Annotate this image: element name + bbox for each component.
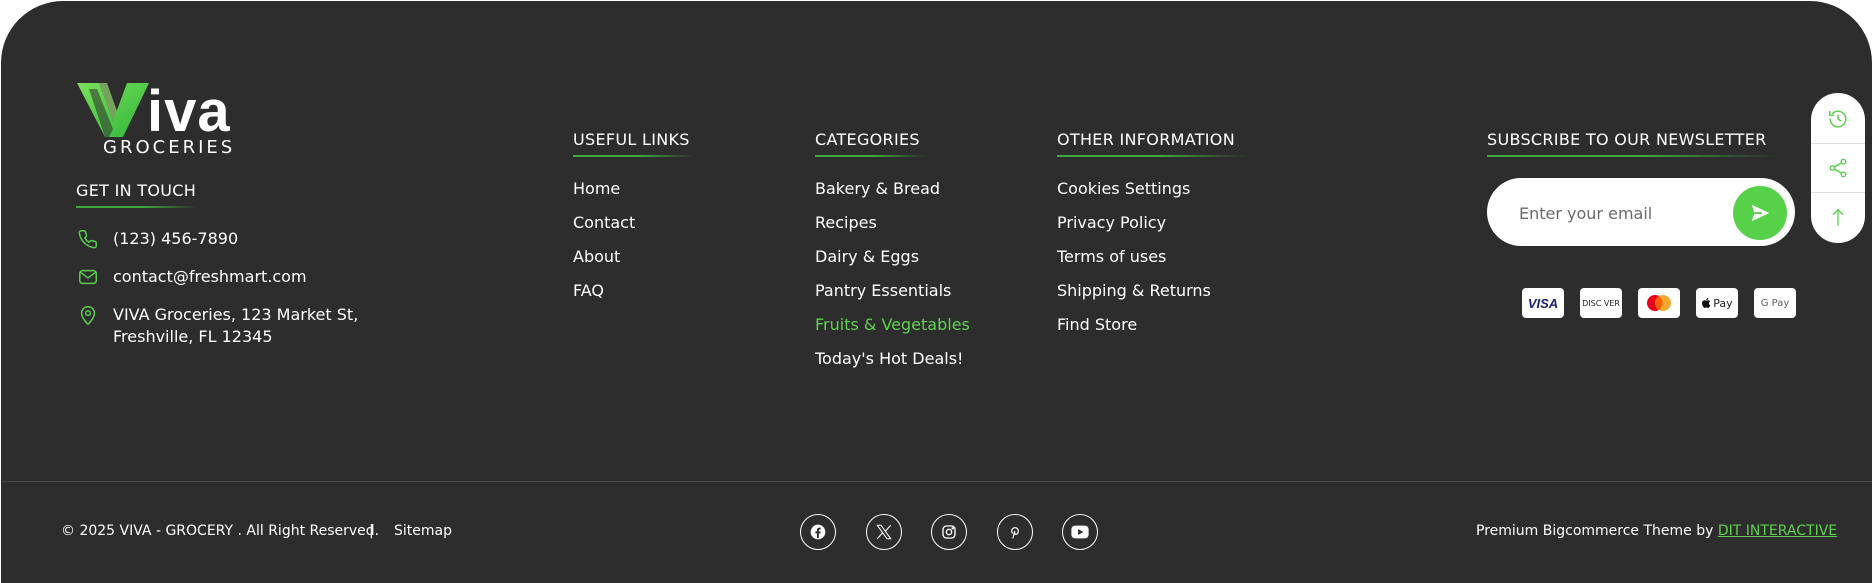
side-toolbar bbox=[1811, 93, 1865, 243]
category-link-recipes[interactable]: Recipes bbox=[815, 210, 970, 244]
back-to-top-button[interactable] bbox=[1811, 193, 1865, 241]
info-link-terms[interactable]: Terms of uses bbox=[1057, 244, 1211, 278]
theme-credit: Premium Bigcommerce Theme by DIT INTERAC… bbox=[1476, 523, 1837, 539]
newsletter-submit-button[interactable] bbox=[1733, 186, 1787, 240]
share-button[interactable] bbox=[1811, 144, 1865, 192]
visa-badge: VISA bbox=[1522, 288, 1564, 318]
footer: iva GROCERIES GET IN TOUCH (123) 456-789… bbox=[1, 1, 1872, 583]
x-twitter-link[interactable] bbox=[866, 514, 902, 550]
phone-icon bbox=[78, 230, 97, 249]
email-text: contact@freshmart.com bbox=[113, 267, 307, 286]
contact-email[interactable]: contact@freshmart.com bbox=[77, 266, 307, 288]
instagram-link[interactable] bbox=[931, 514, 967, 550]
contact-address: VIVA Groceries, 123 Market St, Freshvill… bbox=[77, 304, 358, 348]
other-info-underline bbox=[1057, 155, 1247, 157]
useful-links-heading: USEFUL LINKS bbox=[573, 130, 690, 149]
logo-v-mark bbox=[77, 83, 149, 137]
newsletter-form bbox=[1487, 178, 1795, 246]
pinterest-link[interactable] bbox=[997, 514, 1033, 550]
discover-label: DISC VER bbox=[1582, 298, 1620, 308]
discover-badge: DISC VER bbox=[1580, 288, 1622, 318]
other-info-heading: OTHER INFORMATION bbox=[1057, 130, 1235, 149]
footer-link-home[interactable]: Home bbox=[573, 176, 635, 210]
facebook-icon bbox=[810, 524, 826, 540]
instagram-icon bbox=[942, 525, 956, 539]
contact-phone[interactable]: (123) 456-7890 bbox=[77, 228, 238, 250]
info-link-privacy[interactable]: Privacy Policy bbox=[1057, 210, 1211, 244]
logo-text: iva bbox=[147, 79, 231, 144]
category-link-fruits[interactable]: Fruits & Vegetables bbox=[815, 312, 970, 346]
footer-link-about[interactable]: About bbox=[573, 244, 635, 278]
other-info-list: Cookies Settings Privacy Policy Terms of… bbox=[1057, 176, 1211, 346]
categories-underline bbox=[815, 155, 925, 157]
arrow-up-icon bbox=[1832, 209, 1844, 226]
useful-links-underline bbox=[573, 155, 695, 157]
info-link-cookies[interactable]: Cookies Settings bbox=[1057, 176, 1211, 210]
google-pay-label: G Pay bbox=[1760, 297, 1790, 309]
share-icon bbox=[1829, 158, 1847, 178]
mail-icon bbox=[79, 269, 97, 285]
youtube-icon bbox=[1071, 525, 1089, 539]
contact-heading-underline bbox=[76, 206, 198, 208]
youtube-link[interactable] bbox=[1062, 514, 1098, 550]
separator: | bbox=[369, 523, 374, 539]
info-link-find-store[interactable]: Find Store bbox=[1057, 312, 1211, 346]
sitemap-link[interactable]: Sitemap bbox=[394, 523, 452, 539]
address-line-2: Freshville, FL 12345 bbox=[113, 327, 273, 346]
visa-label: VISA bbox=[1527, 295, 1559, 311]
footer-link-faq[interactable]: FAQ bbox=[573, 278, 635, 312]
info-link-shipping[interactable]: Shipping & Returns bbox=[1057, 278, 1211, 312]
credit-prefix: Premium Bigcommerce Theme by bbox=[1476, 523, 1714, 539]
category-link-dairy[interactable]: Dairy & Eggs bbox=[815, 244, 970, 278]
category-link-pantry[interactable]: Pantry Essentials bbox=[815, 278, 970, 312]
address-text: VIVA Groceries, 123 Market St, Freshvill… bbox=[113, 304, 358, 348]
bottom-divider bbox=[1, 481, 1872, 482]
contact-heading: GET IN TOUCH bbox=[76, 181, 197, 200]
recently-viewed-button[interactable] bbox=[1811, 95, 1865, 143]
apple-pay-label: Pay bbox=[1713, 296, 1733, 310]
location-pin-icon bbox=[80, 306, 96, 325]
send-icon bbox=[1751, 204, 1770, 222]
category-link-hot-deals[interactable]: Today's Hot Deals! bbox=[815, 346, 970, 380]
dit-interactive-link[interactable]: DIT INTERACTIVE bbox=[1718, 523, 1837, 539]
phone-text: (123) 456-7890 bbox=[113, 229, 239, 248]
apple-icon bbox=[1702, 297, 1711, 308]
pinterest-icon bbox=[1011, 527, 1019, 539]
mastercard-icon bbox=[1647, 295, 1671, 311]
address-line-1: VIVA Groceries, 123 Market St, bbox=[113, 305, 359, 324]
newsletter-email-input[interactable] bbox=[1517, 198, 1721, 228]
newsletter-heading: SUBSCRIBE TO OUR NEWSLETTER bbox=[1487, 130, 1767, 149]
apple-pay-badge: Pay bbox=[1696, 288, 1738, 318]
useful-links-list: Home Contact About FAQ bbox=[573, 176, 635, 312]
x-icon bbox=[876, 524, 892, 540]
categories-heading: CATEGORIES bbox=[815, 130, 920, 149]
newsletter-underline bbox=[1487, 155, 1777, 157]
history-icon bbox=[1829, 110, 1847, 128]
facebook-link[interactable] bbox=[800, 514, 836, 550]
viva-logo[interactable]: iva GROCERIES bbox=[77, 81, 237, 159]
logo-subtext: GROCERIES bbox=[103, 137, 236, 158]
google-pay-badge: G Pay bbox=[1754, 288, 1796, 318]
copyright-text: © 2025 VIVA - GROCERY . All Right Reserv… bbox=[61, 523, 380, 539]
mastercard-badge bbox=[1638, 288, 1680, 318]
categories-list: Bakery & Bread Recipes Dairy & Eggs Pant… bbox=[815, 176, 970, 380]
footer-link-contact[interactable]: Contact bbox=[573, 210, 635, 244]
category-link-bakery[interactable]: Bakery & Bread bbox=[815, 176, 970, 210]
